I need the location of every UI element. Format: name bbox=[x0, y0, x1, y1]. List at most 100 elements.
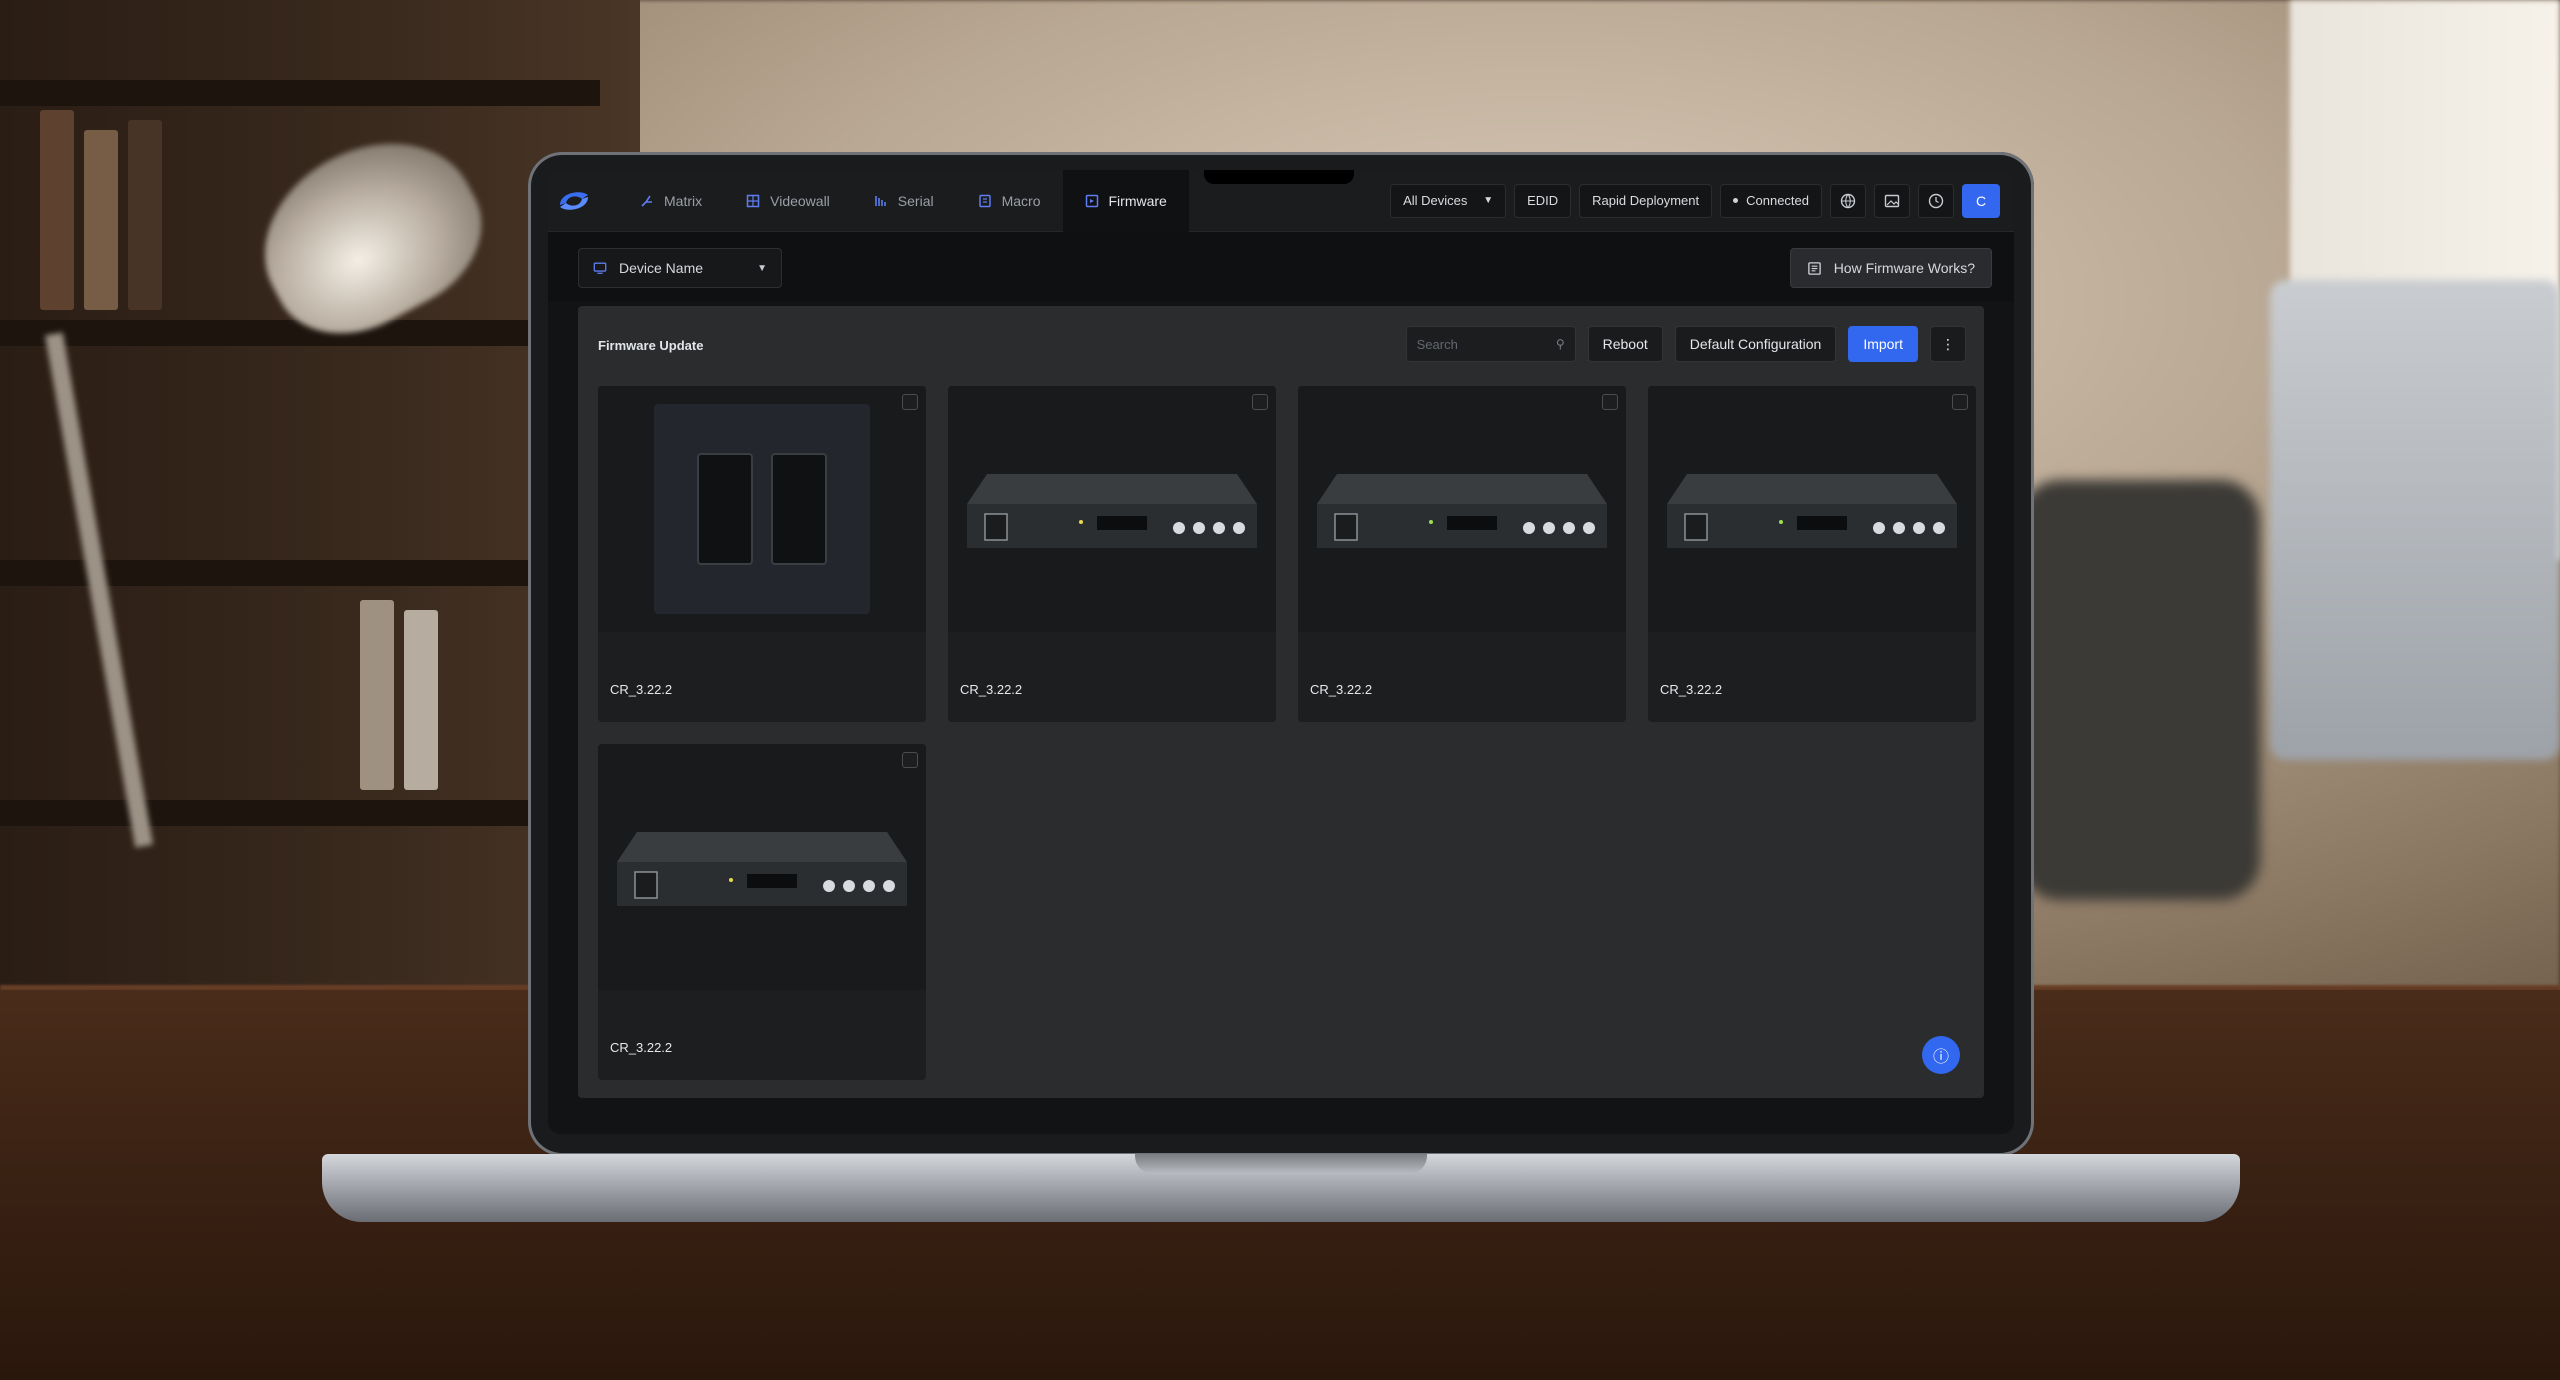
device-ip-blurred bbox=[1310, 660, 1614, 682]
device-card[interactable]: CR_3.22.2 bbox=[1298, 386, 1626, 722]
camera-notch bbox=[1204, 170, 1354, 184]
rapid-deployment-button[interactable]: Rapid Deployment bbox=[1579, 183, 1713, 218]
firmware-version: CR_3.22.2 bbox=[1310, 682, 1373, 697]
caret-down-icon: ▼ bbox=[757, 262, 767, 274]
device-card[interactable]: CR_3.22.2 bbox=[598, 744, 926, 1080]
search-icon[interactable]: ⚲ bbox=[1556, 337, 1565, 351]
device-meta: CR_3.22.2 bbox=[960, 640, 1264, 697]
sub-toolbar: Device Name ▼ How Firmware Works? bbox=[548, 232, 2014, 302]
tab-matrix[interactable]: Matrix bbox=[618, 170, 724, 232]
history-button[interactable] bbox=[1918, 183, 1954, 218]
device-card[interactable]: CR_3.22.2 bbox=[948, 386, 1276, 722]
device-image bbox=[1298, 386, 1626, 632]
firmware-version: CR_3.22.2 bbox=[610, 1040, 673, 1055]
device-meta: CR_3.22.2 bbox=[610, 640, 914, 697]
device-image bbox=[948, 386, 1276, 632]
tab-videowall[interactable]: Videowall bbox=[724, 170, 852, 232]
more-options-button[interactable]: ⋮ bbox=[1930, 326, 1966, 362]
wallplate-image bbox=[654, 404, 870, 614]
search-box: ⚲ bbox=[1405, 326, 1576, 362]
device-name-blurred bbox=[1660, 640, 1964, 660]
tab-label: Serial bbox=[897, 192, 934, 209]
device-image bbox=[598, 386, 926, 632]
clock-icon bbox=[1928, 193, 1944, 208]
shelf-board bbox=[0, 80, 600, 106]
caret-down-icon: ▼ bbox=[1483, 195, 1494, 206]
tab-serial[interactable]: Serial bbox=[852, 170, 956, 232]
videowall-icon bbox=[746, 194, 760, 208]
device-meta: CR_3.22.2 bbox=[1660, 640, 1964, 697]
chair bbox=[2020, 480, 2260, 900]
tab-macro[interactable]: Macro bbox=[956, 170, 1063, 232]
app-logo[interactable] bbox=[548, 170, 600, 232]
guide-icon bbox=[1807, 261, 1821, 275]
rack-device-image bbox=[617, 832, 907, 906]
globe-icon bbox=[1840, 193, 1856, 208]
book bbox=[128, 120, 162, 310]
how-firmware-label: How Firmware Works? bbox=[1833, 260, 1975, 276]
tab-firmware[interactable]: Firmware bbox=[1062, 170, 1189, 232]
firmware-icon bbox=[1085, 194, 1099, 208]
device-name-select[interactable]: Device Name ▼ bbox=[578, 248, 782, 288]
device-ip-blurred bbox=[960, 660, 1264, 682]
rack-device-image bbox=[1667, 474, 1957, 548]
firmware-version: CR_3.22.2 bbox=[960, 682, 1023, 697]
device-ip-blurred bbox=[610, 660, 914, 682]
reboot-button[interactable]: Reboot bbox=[1587, 326, 1663, 362]
all-devices-dropdown[interactable]: All Devices ▼ bbox=[1390, 183, 1507, 218]
book bbox=[40, 110, 74, 310]
globe-button[interactable] bbox=[1830, 183, 1866, 218]
device-name-blurred bbox=[610, 640, 914, 660]
how-firmware-works-button[interactable]: How Firmware Works? bbox=[1789, 248, 1992, 288]
panel-title: Firmware Update bbox=[598, 338, 704, 353]
toolbar-actions: All Devices ▼ EDID Rapid Deployment Conn… bbox=[1390, 183, 2014, 218]
device-meta: CR_3.22.2 bbox=[1310, 640, 1614, 697]
device-name-blurred bbox=[1310, 640, 1614, 660]
tab-label: Macro bbox=[1001, 192, 1041, 209]
macro-icon bbox=[978, 194, 992, 208]
search-input[interactable] bbox=[1416, 336, 1547, 352]
default-configuration-button[interactable]: Default Configuration bbox=[1674, 326, 1837, 362]
status-dot-icon bbox=[1733, 198, 1739, 203]
shelf-board bbox=[0, 800, 600, 826]
default-config-label: Default Configuration bbox=[1689, 336, 1822, 352]
device-card[interactable]: CR_3.22.2 bbox=[1648, 386, 1976, 722]
edid-button[interactable]: EDID bbox=[1514, 183, 1572, 218]
device-meta: CR_3.22.2 bbox=[610, 998, 914, 1055]
book bbox=[404, 610, 438, 790]
connected-label: Connected bbox=[1746, 193, 1809, 208]
device-image bbox=[598, 744, 926, 990]
connection-status-button[interactable]: Connected bbox=[1720, 183, 1822, 218]
device-ip-blurred bbox=[1660, 660, 1964, 682]
device-name-blurred bbox=[610, 998, 914, 1018]
device-card[interactable]: CR_3.22.2 bbox=[598, 386, 926, 722]
serial-icon bbox=[874, 194, 888, 208]
laptop-opening-notch bbox=[1135, 1154, 1427, 1174]
panel-actions: ⚲ Reboot Default Configuration Import ⋮ bbox=[1405, 326, 1966, 362]
edid-label: EDID bbox=[1527, 193, 1559, 208]
laptop-screen: Matrix Videowall Serial Macro Firmware A… bbox=[548, 170, 2014, 1134]
floating-action-button[interactable]: ⓘ bbox=[1922, 1036, 1960, 1074]
firmware-version: CR_3.22.2 bbox=[610, 682, 673, 697]
user-avatar[interactable]: C bbox=[1962, 183, 2000, 218]
device-name-blurred bbox=[960, 640, 1264, 660]
select-checkbox[interactable] bbox=[1602, 394, 1618, 410]
book bbox=[84, 130, 118, 310]
tab-label: Matrix bbox=[664, 192, 703, 209]
select-checkbox[interactable] bbox=[902, 394, 918, 410]
select-checkbox[interactable] bbox=[1952, 394, 1968, 410]
dropdown-label: All Devices bbox=[1403, 193, 1468, 208]
book bbox=[360, 600, 394, 790]
monitor-icon bbox=[593, 262, 607, 274]
select-checkbox[interactable] bbox=[1252, 394, 1268, 410]
select-checkbox[interactable] bbox=[902, 752, 918, 768]
plate-module bbox=[771, 453, 827, 565]
rack-device-image bbox=[967, 474, 1257, 548]
import-button[interactable]: Import bbox=[1848, 326, 1918, 362]
device-image bbox=[1648, 386, 1976, 632]
tab-label: Videowall bbox=[770, 192, 830, 209]
logo-icon bbox=[560, 191, 588, 210]
image-button[interactable] bbox=[1874, 183, 1910, 218]
deployment-label: Rapid Deployment bbox=[1592, 193, 1700, 208]
device-grid: CR_3.22.2 CR_3.22.2 CR_3.22.2 CR_3.22.2 … bbox=[598, 386, 1976, 1080]
